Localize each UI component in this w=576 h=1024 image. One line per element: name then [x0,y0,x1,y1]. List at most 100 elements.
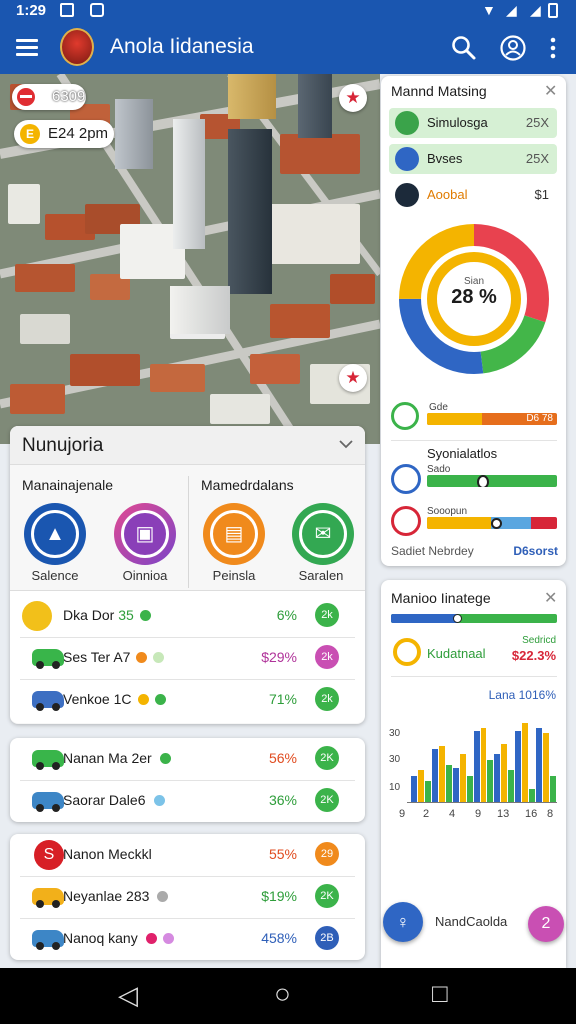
row-badge[interactable]: 2k [315,645,339,669]
building [210,394,270,424]
status-dot [157,891,169,902]
row-name: Saorar Dale6 [63,792,165,808]
gauge-icon [391,402,419,430]
action-label: Salence [31,568,79,583]
status-value: $22.3% [511,648,556,663]
list-row[interactable]: Nanoq kany 458% 2B [20,918,355,960]
divider [391,676,557,677]
metric2-label: Sado [427,464,451,475]
list-row[interactable]: Venkoe 1C 71% 2k [20,679,355,721]
building [270,204,360,264]
bolt-icon [22,601,52,631]
list-row[interactable]: S Nanon Meckkl 55% 29 [20,834,355,877]
recents-button[interactable]: □ [432,978,448,1009]
status-dot [154,694,166,705]
map-pin-star-2[interactable]: ★ [339,364,367,392]
fab-left-button[interactable]: ♀ [383,902,423,942]
list-row[interactable]: Dka Dor 35 6% 2k [20,595,355,638]
list-row[interactable]: Ses Ter A7 $29% 2k [20,637,355,680]
row-percent: 36% [268,792,297,808]
side-footer-right[interactable]: D6sorst [513,544,558,558]
chart-bar [480,727,487,802]
y-tick-label: 10 [389,782,401,793]
menu-icon[interactable] [16,39,38,57]
time-chip[interactable]: E E24 2pm [14,120,114,148]
chart-bar [417,770,424,802]
row-badge[interactable]: 2K [315,746,339,770]
metric2-slider[interactable] [427,475,557,487]
chart-bar [522,722,529,802]
slider-thumb[interactable] [477,475,489,487]
section-left-title: Manainajenale [22,477,114,493]
close-icon[interactable]: ✕ [544,588,557,608]
row-name: Nanan Ma 2er [63,750,171,766]
row-badge[interactable]: 2B [315,926,339,950]
row-name: Nanoq kany [63,930,174,946]
row-name: Nanon Meckkl [63,846,152,862]
side-item[interactable]: Aoobal $1 [389,180,557,210]
x-tick-label: 16 [525,808,538,820]
ring-icon [393,638,421,666]
aerial-map[interactable]: 6309 E E24 2pm ★ ★ [0,74,380,444]
more-icon[interactable] [548,36,558,62]
fab-right-button[interactable]: 2 [528,906,564,942]
metric2-title: Syonialatlos [427,446,498,461]
action-oinnioa-button[interactable]: ▣ [114,503,176,565]
building [270,304,330,338]
chevron-down-icon[interactable] [338,438,354,450]
row-badge[interactable]: 2K [315,788,339,812]
row-name-text: Nanan Ma 2er [63,750,152,766]
row-percent: 55% [268,846,297,862]
x-tick-label: 2 [423,808,430,820]
metric1-bar-fill [427,413,482,425]
chart-bar [543,733,550,802]
metric3-slider[interactable] [427,517,557,529]
slider-thumb[interactable] [491,518,502,529]
map-pin-star[interactable]: ★ [339,84,367,112]
row-name-text: Saorar Dale6 [63,792,146,808]
map-badge-chip[interactable]: 6309 [12,84,86,110]
list-row[interactable]: Neyanlae 283 $19% 2K [20,876,355,919]
row-num: 35 [118,607,134,623]
chart-bar [424,780,431,802]
action-label: Oinnioa [122,568,168,583]
chart-bar [452,767,459,802]
side-item-value: 25X [525,115,549,130]
action-salence-button[interactable]: ▲ [24,503,86,565]
wifi-icon: ▼ [482,2,496,18]
row-badge[interactable]: 2K [315,884,339,908]
document-icon: ▤ [210,510,258,558]
chart-bar [487,759,494,802]
search-icon[interactable] [451,35,477,61]
side-item[interactable]: Simulosga 25X [389,108,557,138]
building [150,364,205,392]
close-icon[interactable]: ✕ [544,81,557,101]
user-settings-icon[interactable] [499,34,527,62]
back-button[interactable]: ◁ [118,980,138,1011]
action-saralen-button[interactable]: ✉ [292,503,354,565]
chart-caption: Lana 1016% [488,688,556,702]
x-axis [407,802,557,803]
home-button[interactable]: ○ [274,978,291,1010]
row-badge[interactable]: 29 [315,842,339,866]
fab-left-label: NandCaolda [435,914,508,929]
row-percent: 71% [268,691,297,707]
row-name-text: Neyanlae 283 [63,888,150,904]
row-percent: 56% [268,750,297,766]
side-item[interactable]: Bvses 25X [389,144,557,174]
y-tick-label: 30 [389,728,401,739]
metric3-label: Sooopun [427,506,468,517]
status-time: 1:29 [16,2,47,19]
side-panel-2-title: Manioo Iinatege [391,590,491,606]
side2-progress [391,614,557,623]
list-row[interactable]: Nanan Ma 2er 56% 2K [20,738,355,781]
tower [170,286,230,334]
side-item-name: Aoobal [427,187,468,202]
list-row[interactable]: Saorar Dale6 36% 2K [20,780,355,822]
tower [228,74,276,119]
row-badge[interactable]: 2k [315,603,339,627]
y-tick-label: 30 [389,754,401,765]
action-peinsla-button[interactable]: ▤ [203,503,265,565]
row-name-text: Dka Dor [63,607,115,623]
row-badge[interactable]: 2k [315,687,339,711]
